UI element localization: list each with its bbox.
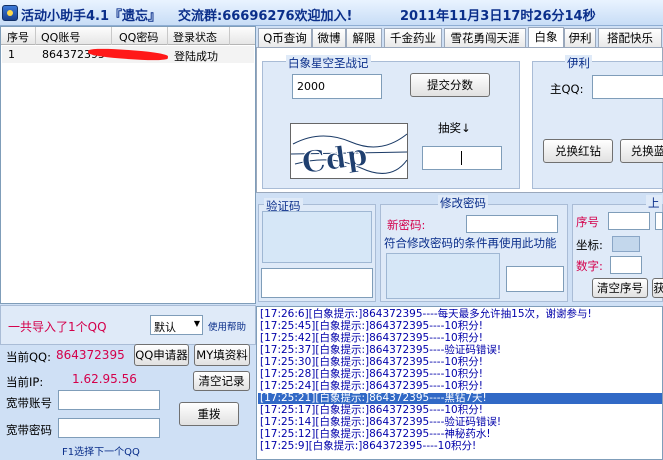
log-list[interactable]: [17:26:6][白象提示:]864372395----每天最多允许抽15次，… — [256, 306, 663, 460]
column-header[interactable]: QQ密码 — [119, 29, 158, 45]
redial-button[interactable]: 重拨 — [179, 402, 239, 426]
log-line[interactable]: [17:25:12][白象提示:]864372395----神秘药水! — [260, 429, 491, 440]
mode-select-value: 默认 — [154, 321, 176, 334]
chevron-down-icon: ▼ — [193, 319, 200, 328]
group-info: 交流群:66696276欢迎加入! — [178, 9, 353, 24]
table-row[interactable]: 1 864372395 登陆成功 — [2, 46, 254, 63]
current-ip-value: 1.62.95.56 — [72, 372, 137, 386]
tab-yili[interactable]: 伊利 — [564, 28, 596, 48]
broadband-password-label: 宽带密码 — [6, 423, 52, 437]
main-qq-input[interactable] — [592, 75, 663, 99]
password-verify-input[interactable] — [506, 266, 564, 292]
log-line[interactable]: [17:25:24][白象提示:]864372395----10积分! — [260, 381, 483, 392]
current-qq-label: 当前QQ: — [6, 350, 51, 364]
column-header[interactable]: 登录状态 — [173, 29, 217, 45]
column-header[interactable]: 序号 — [7, 29, 29, 45]
table-header: 序号 QQ账号 QQ密码 登录状态 — [1, 27, 255, 45]
verify-input[interactable] — [261, 268, 373, 298]
change-password-hint: 符合修改密码的条件再使用此功能 — [384, 236, 557, 250]
change-password-title: 修改密码 — [438, 195, 488, 211]
log-line[interactable]: [17:25:45][白象提示:]864372395----10积分! — [260, 321, 483, 332]
row-index: 1 — [8, 48, 15, 61]
password-verify-image[interactable] — [386, 253, 500, 299]
new-password-label: 新密码: — [387, 218, 426, 232]
column-header[interactable]: QQ账号 — [41, 29, 80, 45]
redeem-blue-diamond-button[interactable]: 兑换蓝 — [620, 139, 663, 163]
redeem-red-diamond-button[interactable]: 兑换红钻 — [543, 139, 613, 163]
coord-label: 坐标: — [576, 238, 603, 252]
broadband-password-input[interactable] — [58, 418, 160, 438]
help-link[interactable]: 使用帮助 — [208, 319, 246, 333]
log-line[interactable]: [17:25:17][白象提示:]864372395----10积分! — [260, 405, 483, 416]
index-input[interactable] — [608, 212, 650, 230]
tab-bar: Q币查询 微博 解限 千金药业 雪花勇闯天涯 白象 伊利 搭配快乐 — [256, 27, 663, 48]
new-password-input[interactable] — [466, 215, 558, 233]
lottery-label: 抽奖↓ — [438, 121, 471, 135]
log-line[interactable]: [17:25:30][白象提示:]864372395----10积分! — [260, 357, 483, 368]
text-cursor — [461, 151, 462, 165]
log-line[interactable]: [17:25:42][白象提示:]864372395----10积分! — [260, 333, 483, 344]
datetime: 2011年11月3日17时26分14秒 — [400, 9, 596, 24]
main-qq-label: 主QQ: — [550, 82, 584, 96]
tab-weibo[interactable]: 微博 — [312, 28, 346, 48]
imported-count: 一共导入了1个QQ — [8, 320, 107, 334]
captcha-graphic: Cdp — [291, 133, 407, 179]
tab-unlimit[interactable]: 解限 — [346, 28, 382, 48]
f1-hint: F1选择下一个QQ — [62, 447, 140, 458]
my-fill-button[interactable]: MY填资料 — [194, 344, 250, 366]
log-line[interactable]: [17:25:14][白象提示:]864372395----验证码错误! — [260, 417, 501, 428]
yili-group-title: 伊利 — [565, 55, 592, 71]
broadband-account-input[interactable] — [58, 390, 160, 410]
current-qq-value: 864372395 — [56, 348, 125, 362]
qq-account-table[interactable]: 序号 QQ账号 QQ密码 登录状态 1 864372395 登陆成功 — [0, 26, 256, 304]
number-label: 数字: — [576, 259, 603, 273]
tab-dapei[interactable]: 搭配快乐 — [598, 28, 662, 48]
captcha-text: Cdp — [300, 138, 370, 179]
row-status: 登陆成功 — [174, 50, 218, 63]
clear-index-button[interactable]: 清空序号 — [592, 278, 648, 298]
captcha-image[interactable]: Cdp — [290, 123, 408, 179]
baixiang-group-title: 白象星空圣战记 — [286, 55, 371, 71]
broadband-account-label: 宽带账号 — [6, 396, 52, 410]
submit-score-button[interactable]: 提交分数 — [410, 73, 490, 97]
tab-snow[interactable]: 雪花勇闯天涯 — [444, 28, 526, 48]
log-line[interactable]: [17:25:37][白象提示:]864372395----验证码错误! — [260, 345, 501, 356]
mode-select[interactable]: 默认 ▼ — [150, 315, 203, 335]
lottery-captcha-input[interactable] — [422, 146, 502, 170]
current-ip-label: 当前IP: — [6, 375, 44, 389]
log-line[interactable]: [17:25:21][白象提示:]864372395----黑钻7天! — [258, 393, 662, 404]
coords-group-title: 上 — [646, 195, 662, 211]
tab-qb-query[interactable]: Q币查询 — [258, 28, 312, 48]
index-label: 序号 — [576, 215, 599, 229]
log-line[interactable]: [17:26:6][白象提示:]864372395----每天最多允许抽15次，… — [260, 309, 592, 320]
score-input[interactable]: 2000 — [292, 74, 382, 99]
verify-image[interactable] — [262, 211, 372, 263]
number-input[interactable] — [610, 256, 642, 274]
tab-qianjin[interactable]: 千金药业 — [384, 28, 442, 48]
qq-apply-button[interactable]: QQ申请器 — [134, 344, 189, 366]
log-line[interactable]: [17:25:28][白象提示:]864372395----10积分! — [260, 369, 483, 380]
app-title: 活动小助手4.1『遗忘』 — [21, 9, 162, 24]
coord-display — [612, 236, 640, 252]
tab-baixiang[interactable]: 白象 — [528, 27, 564, 48]
title-bar: 活动小助手4.1『遗忘』 交流群:66696276欢迎加入! 2011年11月3… — [0, 0, 663, 26]
get-button[interactable]: 获 — [652, 278, 663, 298]
app-icon — [2, 5, 18, 21]
log-line[interactable]: [17:25:9][白象提示:]864372395----10积分! — [260, 441, 476, 452]
index-input-extra[interactable] — [655, 212, 663, 230]
clear-log-button[interactable]: 清空记录 — [193, 371, 250, 391]
